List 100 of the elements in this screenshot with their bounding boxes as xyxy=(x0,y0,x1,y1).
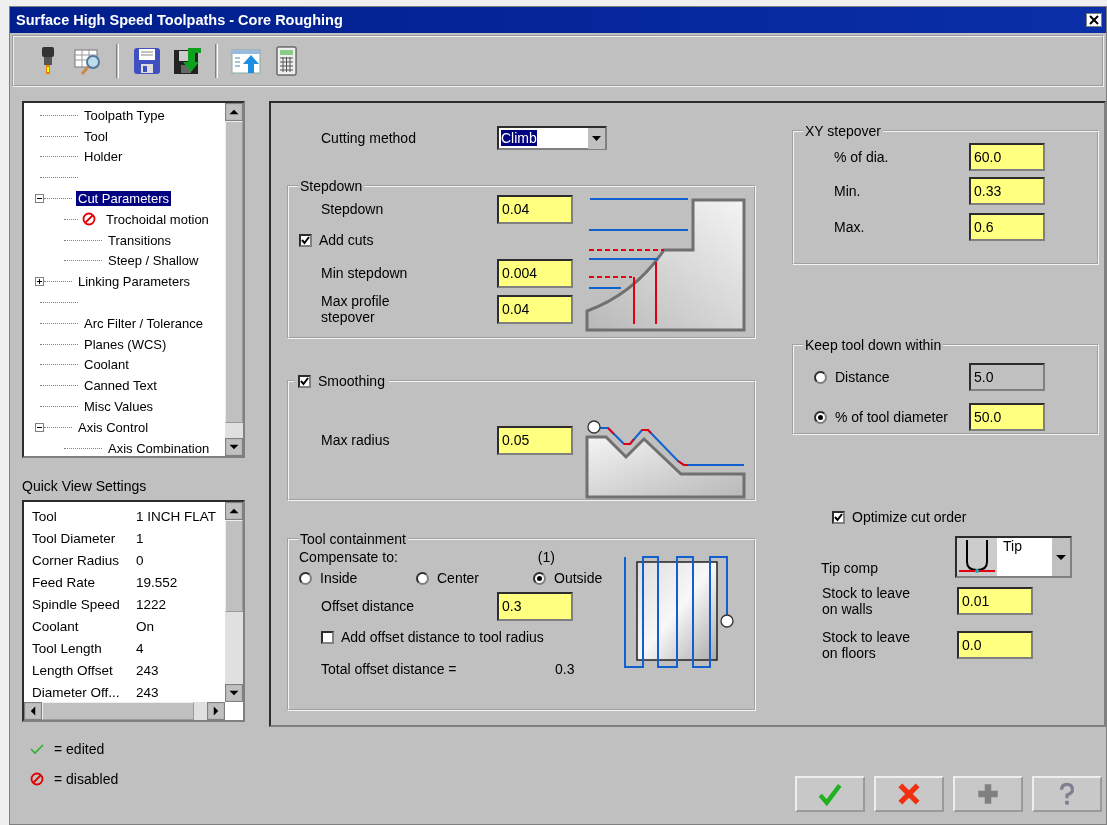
section-title: Quick View Settings xyxy=(22,478,148,494)
group-title: Tool containment xyxy=(299,531,407,547)
cancel-button[interactable] xyxy=(874,776,944,812)
setting-name: Tool Length xyxy=(32,640,103,656)
field-label: % of dia. xyxy=(834,149,890,165)
setting-name: Length Offset xyxy=(32,662,114,678)
checkbox[interactable] xyxy=(298,374,311,388)
scrollbar[interactable] xyxy=(24,702,225,720)
radio-label: % of tool diameter xyxy=(835,409,948,425)
setting-name: Diameter Off... xyxy=(32,684,121,700)
setting-value: 1 xyxy=(136,530,144,546)
setting-name: Corner Radius xyxy=(32,552,121,568)
field-label: Min stepdown xyxy=(321,265,409,281)
checkbox[interactable] xyxy=(299,233,312,247)
save-download-icon[interactable] xyxy=(171,45,203,77)
tree-item[interactable]: Toolpath Type xyxy=(82,107,167,123)
scrollbar[interactable] xyxy=(225,502,243,702)
radio-label: Outside xyxy=(554,570,603,586)
field-label: Min. xyxy=(834,183,862,199)
legend-label: = edited xyxy=(54,741,105,757)
radio-button[interactable] xyxy=(416,571,429,585)
check-icon xyxy=(30,742,44,756)
expand-icon[interactable] xyxy=(35,277,44,287)
legend-label: = disabled xyxy=(54,771,119,787)
radio-button[interactable] xyxy=(814,410,827,424)
plus-icon xyxy=(975,781,1001,807)
tree-item[interactable]: Planes (WCS) xyxy=(82,336,169,352)
tree-item[interactable]: Axis Control xyxy=(76,419,151,435)
input-field[interactable]: 0.04 xyxy=(497,294,573,324)
setting-name: Coolant xyxy=(32,618,80,634)
value-text: 0.3 xyxy=(555,661,575,677)
input-field[interactable]: 5.0 xyxy=(969,363,1045,391)
scrollbar-thumb[interactable] xyxy=(225,520,243,612)
setting-value: 0 xyxy=(136,552,144,568)
tree-item[interactable]: Canned Text xyxy=(82,378,159,394)
field-label: Stepdown xyxy=(321,201,385,217)
input-field[interactable]: 0.0 xyxy=(957,631,1033,659)
input-field[interactable]: 0.6 xyxy=(969,213,1045,241)
field-label: Max. xyxy=(834,219,866,235)
setting-value: 4 xyxy=(136,640,144,656)
field-label: Stock to leave on walls xyxy=(822,585,911,617)
setting-value: 243 xyxy=(136,684,159,700)
tree-item[interactable]: Transitions xyxy=(106,232,174,248)
save-icon[interactable] xyxy=(131,45,163,77)
checkbox[interactable] xyxy=(321,630,334,644)
input-field[interactable]: 60.0 xyxy=(969,143,1045,171)
no-entry-icon xyxy=(30,772,44,786)
field-label: Total offset distance = xyxy=(321,661,458,677)
tree-item[interactable]: Misc Values xyxy=(82,399,156,415)
collapse-icon[interactable] xyxy=(35,194,44,204)
field-label: Cutting method xyxy=(321,130,417,146)
group-title: XY stepover xyxy=(804,123,882,139)
add-button[interactable] xyxy=(953,776,1023,812)
setting-value: 1222 xyxy=(136,596,167,612)
radio-label: Distance xyxy=(835,369,890,385)
dropdown[interactable]: Tip xyxy=(955,536,1072,578)
radio-label: Center xyxy=(437,570,480,586)
group-title: Stepdown xyxy=(299,178,364,194)
tree-item[interactable]: Coolant xyxy=(82,357,131,373)
note-text: (1) xyxy=(537,549,555,565)
tree-item[interactable]: Axis Combination xyxy=(106,440,212,456)
scrollbar-thumb[interactable] xyxy=(42,702,194,720)
no-entry-icon xyxy=(82,212,96,227)
input-field[interactable]: 50.0 xyxy=(969,403,1045,431)
checkbox[interactable] xyxy=(832,510,845,524)
help-button[interactable] xyxy=(1032,776,1102,812)
radio-label: Inside xyxy=(320,570,358,586)
tree-item[interactable]: Cut Parameters xyxy=(76,191,172,207)
setting-value: 1 INCH FLAT xyxy=(136,508,216,524)
input-field[interactable]: 0.04 xyxy=(497,194,573,224)
input-field[interactable]: 0.01 xyxy=(957,587,1033,615)
tree-item[interactable]: Linking Parameters xyxy=(76,274,192,290)
setting-value: On xyxy=(136,618,154,634)
window-title: Surface High Speed Toolpaths - Core Roughing xyxy=(16,12,343,28)
checkbox-label: Smoothing xyxy=(318,373,385,389)
checkbox-label: Add offset distance to tool radius xyxy=(341,629,544,645)
setting-name: Tool Diameter xyxy=(32,530,117,546)
radio-button[interactable] xyxy=(299,571,312,585)
input-field[interactable]: 0.004 xyxy=(497,258,573,288)
setting-name: Feed Rate xyxy=(32,574,97,590)
setting-value: 243 xyxy=(136,662,159,678)
input-field[interactable]: 0.33 xyxy=(969,177,1045,205)
setting-name: Spindle Speed xyxy=(32,596,121,612)
field-label: Offset distance xyxy=(321,598,416,614)
tree-item[interactable]: Arc Filter / Tolerance xyxy=(82,315,205,331)
input-field[interactable]: 0.05 xyxy=(497,425,573,455)
collapse-icon[interactable] xyxy=(35,422,44,432)
radio-button[interactable] xyxy=(533,571,546,585)
close-icon[interactable] xyxy=(1086,13,1102,27)
input-field[interactable]: 0.3 xyxy=(497,591,573,621)
setting-name: Tool xyxy=(32,508,58,524)
tree-item[interactable]: Holder xyxy=(82,149,125,165)
field-label: Max profile stepover xyxy=(321,293,391,325)
dropdown[interactable]: Climb xyxy=(497,126,607,150)
radio-button[interactable] xyxy=(814,370,827,384)
tree-item[interactable]: Steep / Shallow xyxy=(106,253,201,269)
checkbox-label: Optimize cut order xyxy=(852,509,967,525)
field-label: Tip comp xyxy=(821,560,880,576)
field-label: Stock to leave on floors xyxy=(822,629,911,661)
tree-item[interactable]: Tool xyxy=(82,128,110,144)
